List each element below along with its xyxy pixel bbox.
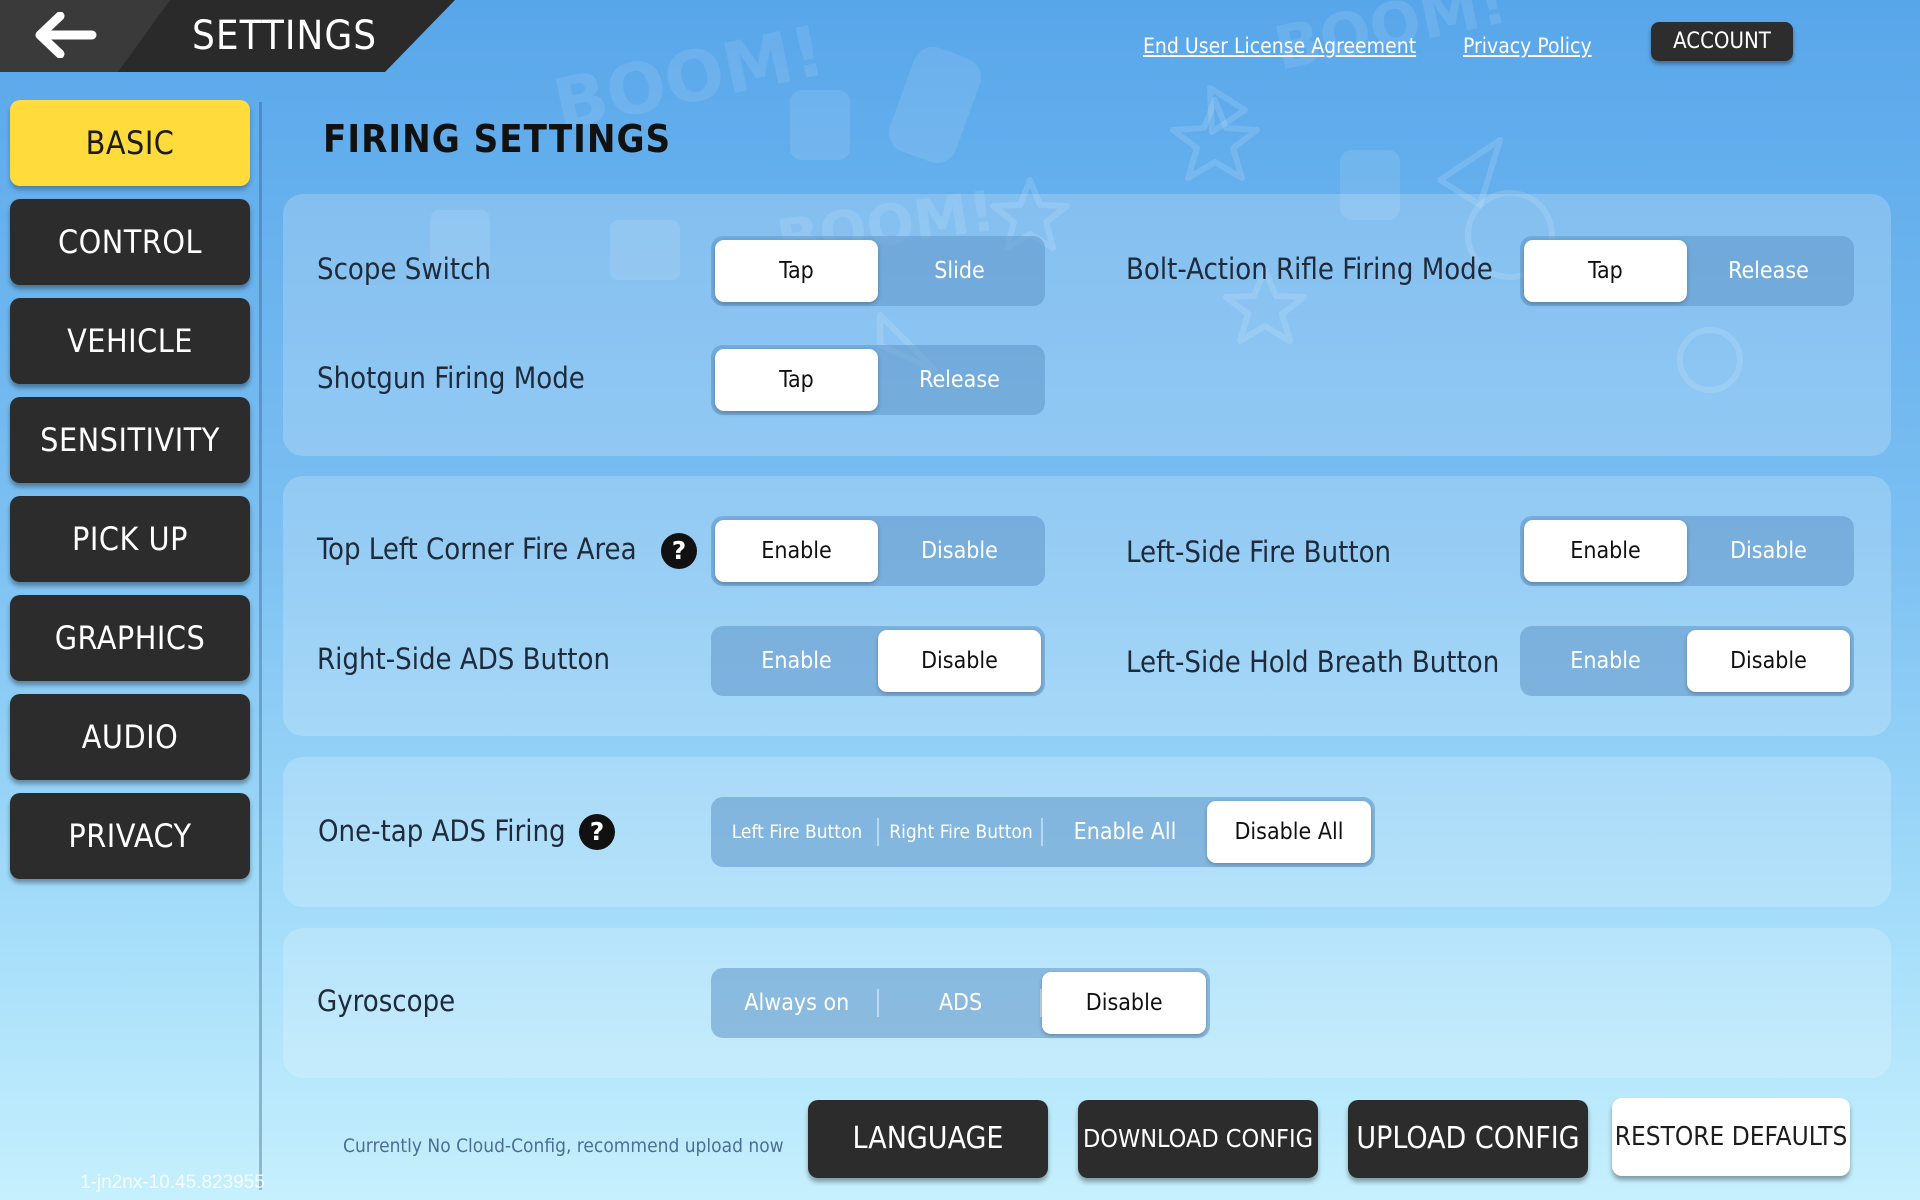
- right-ads-label: Right-Side ADS Button: [317, 642, 611, 676]
- gyroscope-disable-option[interactable]: Disable: [1042, 972, 1207, 1034]
- bolt-action-tap-option[interactable]: Tap: [1524, 240, 1687, 302]
- shotgun-label: Shotgun Firing Mode: [317, 361, 585, 395]
- gyroscope-ads-option[interactable]: ADS: [879, 972, 1043, 1034]
- privacy-policy-link[interactable]: Privacy Policy: [1463, 32, 1592, 60]
- one-tap-ads-left-fire-option[interactable]: Left Fire Button: [715, 801, 879, 863]
- sidebar-item-control[interactable]: CONTROL: [10, 199, 250, 285]
- sidebar-item-vehicle[interactable]: VEHICLE: [10, 298, 250, 384]
- bolt-action-release-option[interactable]: Release: [1687, 240, 1850, 302]
- page-title: SETTINGS: [192, 13, 378, 59]
- left-hold-breath-toggle: Enable Disable: [1520, 626, 1854, 696]
- right-ads-enable-option[interactable]: Enable: [715, 630, 878, 692]
- bolt-action-label: Bolt-Action Rifle Firing Mode: [1126, 252, 1493, 286]
- one-tap-ads-label: One-tap ADS Firing: [318, 814, 566, 848]
- top-left-fire-toggle: Enable Disable: [711, 516, 1045, 586]
- sidebar-item-audio[interactable]: AUDIO: [10, 694, 250, 780]
- sidebar-item-privacy[interactable]: PRIVACY: [10, 793, 250, 879]
- left-hold-breath-label: Left-Side Hold Breath Button: [1126, 645, 1500, 679]
- one-tap-ads-disable-all-option[interactable]: Disable All: [1207, 801, 1371, 863]
- sidebar-item-sensitivity[interactable]: SENSITIVITY: [10, 397, 250, 483]
- shotgun-tap-option[interactable]: Tap: [715, 349, 878, 411]
- scope-switch-tap-option[interactable]: Tap: [715, 240, 878, 302]
- back-arrow-icon[interactable]: [34, 12, 98, 58]
- left-fire-button-label: Left-Side Fire Button: [1126, 535, 1392, 569]
- sidebar-item-graphics[interactable]: GRAPHICS: [10, 595, 250, 681]
- left-fire-button-toggle: Enable Disable: [1520, 516, 1854, 586]
- bolt-action-toggle: Tap Release: [1520, 236, 1854, 306]
- upload-config-button[interactable]: UPLOAD CONFIG: [1348, 1100, 1588, 1178]
- version-text: 1-jn2nx-10.45.823955: [80, 1172, 265, 1193]
- left-hold-breath-disable-option[interactable]: Disable: [1687, 630, 1850, 692]
- one-tap-ads-selector: Left Fire Button Right Fire Button Enabl…: [711, 797, 1375, 867]
- sidebar-item-basic[interactable]: BASIC: [10, 100, 250, 186]
- gyroscope-selector: Always on ADS Disable: [711, 968, 1210, 1038]
- top-left-fire-help-icon[interactable]: ?: [661, 533, 697, 569]
- gyroscope-label: Gyroscope: [317, 984, 456, 1018]
- left-fire-button-disable-option[interactable]: Disable: [1687, 520, 1850, 582]
- shotgun-toggle: Tap Release: [711, 345, 1045, 415]
- language-button[interactable]: LANGUAGE: [808, 1100, 1048, 1178]
- scope-switch-label: Scope Switch: [317, 252, 492, 286]
- account-button[interactable]: ACCOUNT: [1651, 22, 1793, 61]
- panel-fire-buttons: [283, 476, 1891, 736]
- scope-switch-toggle: Tap Slide: [711, 236, 1045, 306]
- one-tap-ads-enable-all-option[interactable]: Enable All: [1043, 801, 1207, 863]
- sidebar-divider: [259, 102, 262, 1190]
- gyroscope-always-on-option[interactable]: Always on: [715, 972, 879, 1034]
- right-ads-disable-option[interactable]: Disable: [878, 630, 1041, 692]
- top-left-fire-disable-option[interactable]: Disable: [878, 520, 1041, 582]
- scope-switch-slide-option[interactable]: Slide: [878, 240, 1041, 302]
- top-left-fire-label: Top Left Corner Fire Area: [317, 532, 637, 566]
- section-title: FIRING SETTINGS: [323, 117, 672, 161]
- right-ads-toggle: Enable Disable: [711, 626, 1045, 696]
- one-tap-ads-help-icon[interactable]: ?: [579, 814, 615, 850]
- eula-link[interactable]: End User License Agreement: [1143, 32, 1416, 60]
- panel-firing-modes: [283, 194, 1891, 456]
- cloud-config-message: Currently No Cloud-Config, recommend upl…: [343, 1135, 784, 1157]
- left-fire-button-enable-option[interactable]: Enable: [1524, 520, 1687, 582]
- download-config-button[interactable]: DOWNLOAD CONFIG: [1078, 1100, 1318, 1178]
- shotgun-release-option[interactable]: Release: [878, 349, 1041, 411]
- sidebar-item-pick-up[interactable]: PICK UP: [10, 496, 250, 582]
- left-hold-breath-enable-option[interactable]: Enable: [1524, 630, 1687, 692]
- one-tap-ads-right-fire-option[interactable]: Right Fire Button: [879, 801, 1043, 863]
- restore-defaults-button[interactable]: RESTORE DEFAULTS: [1612, 1098, 1850, 1176]
- top-left-fire-enable-option[interactable]: Enable: [715, 520, 878, 582]
